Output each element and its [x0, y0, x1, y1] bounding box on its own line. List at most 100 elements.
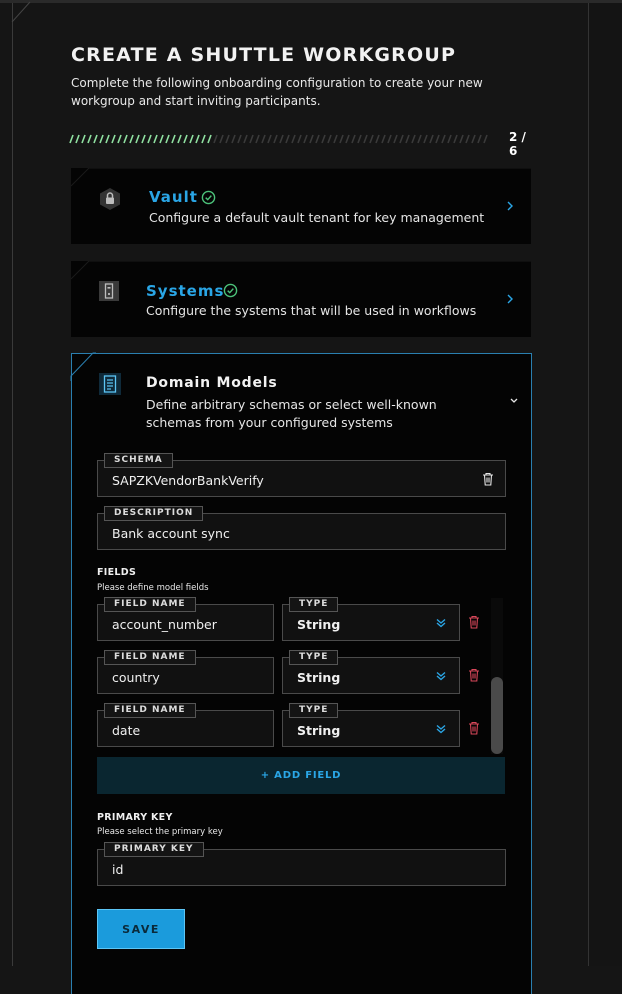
primary-key-input[interactable]: id	[112, 862, 123, 877]
step-description: Configure the systems that will be used …	[146, 303, 477, 318]
field-label: TYPE	[289, 650, 339, 665]
progress-tick-empty	[381, 134, 386, 144]
add-field-button[interactable]: + ADD FIELD	[97, 757, 505, 794]
field-label: FIELD NAME	[104, 650, 196, 665]
progress-tick-filled	[147, 134, 152, 144]
progress-tick-filled	[87, 134, 92, 144]
field-label: PRIMARY KEY	[104, 842, 204, 857]
progress-tick-empty	[309, 134, 314, 144]
description-field[interactable]: DESCRIPTION Bank account sync	[97, 506, 506, 550]
fields-scrollbar-thumb[interactable]	[491, 677, 503, 754]
field-label: TYPE	[289, 597, 339, 612]
step-title: Domain Models	[146, 375, 278, 391]
frame-corner	[11, 1, 31, 22]
progress-tick-filled	[177, 134, 182, 144]
progress-tick-empty	[327, 134, 332, 144]
progress-tick-filled	[141, 134, 146, 144]
card-corner	[70, 352, 96, 381]
progress-tick-empty	[357, 134, 362, 144]
field-label: SCHEMA	[104, 453, 173, 468]
description-input[interactable]: Bank account sync	[112, 526, 230, 541]
progress-tick-empty	[321, 134, 326, 144]
chevron-down-icon[interactable]	[509, 397, 519, 405]
field-type-select[interactable]: TYPE String	[282, 703, 460, 747]
progress-count: 2 / 6	[509, 130, 526, 158]
save-button[interactable]: SAVE	[97, 909, 185, 949]
progress-tick-filled	[189, 134, 194, 144]
page-title: CREATE A SHUTTLE WORKGROUP	[71, 44, 457, 66]
field-label: DESCRIPTION	[104, 506, 204, 521]
step-title: Systems	[146, 282, 225, 300]
progress-tick-filled	[153, 134, 158, 144]
field-name-value[interactable]: account_number	[112, 617, 217, 632]
field-type-select[interactable]: TYPE String	[282, 597, 460, 641]
step-title: Vault	[149, 188, 198, 206]
double-chevron-down-icon[interactable]	[435, 670, 447, 682]
schema-input[interactable]: SAPZKVendorBankVerify	[112, 473, 264, 488]
progress-tick-empty	[447, 134, 452, 144]
progress-tick-filled	[135, 134, 140, 144]
field-name-input[interactable]: FIELD NAME date	[97, 703, 274, 747]
field-label: FIELD NAME	[104, 597, 196, 612]
field-name-input[interactable]: FIELD NAME account_number	[97, 597, 274, 641]
progress-tick-empty	[261, 134, 266, 144]
field-label: FIELD NAME	[104, 703, 196, 718]
page-subtitle: Complete the following onboarding config…	[71, 76, 483, 108]
progress-tick-filled	[117, 134, 122, 144]
chevron-right-icon[interactable]	[505, 293, 515, 305]
progress-tick-empty	[435, 134, 440, 144]
progress-tick-empty	[351, 134, 356, 144]
trash-icon[interactable]	[468, 615, 480, 629]
progress-tick-empty	[291, 134, 296, 144]
progress-tick-filled	[201, 134, 206, 144]
field-name-input[interactable]: FIELD NAME country	[97, 650, 274, 694]
double-chevron-down-icon[interactable]	[435, 617, 447, 629]
check-circle-icon	[201, 190, 216, 209]
field-type-select[interactable]: TYPE String	[282, 650, 460, 694]
primary-key-field[interactable]: PRIMARY KEY id	[97, 842, 506, 886]
primary-key-section-hint: Please select the primary key	[97, 827, 223, 837]
progress-tick-empty	[285, 134, 290, 144]
card-frame	[71, 261, 531, 280]
progress-tick-empty	[345, 134, 350, 144]
trash-icon[interactable]	[468, 721, 480, 735]
progress-tick-empty	[225, 134, 230, 144]
progress-tick-empty	[459, 134, 464, 144]
progress-tick-empty	[339, 134, 344, 144]
progress-tick-empty	[387, 134, 392, 144]
progress-tick-empty	[243, 134, 248, 144]
progress-tick-empty	[405, 134, 410, 144]
progress-tick-empty	[273, 134, 278, 144]
server-icon	[97, 279, 121, 303]
progress-tick-empty	[441, 134, 446, 144]
progress-tick-empty	[423, 134, 428, 144]
progress-tick-empty	[417, 134, 422, 144]
progress-tick-filled	[105, 134, 110, 144]
progress-tick-empty	[213, 134, 218, 144]
progress-tick-empty	[303, 134, 308, 144]
progress-tick-filled	[165, 134, 170, 144]
trash-icon[interactable]	[468, 668, 480, 682]
step-card-vault[interactable]: Vault Configure a default vault tenant f…	[71, 168, 531, 244]
progress-tick-filled	[159, 134, 164, 144]
step-description: Configure a default vault tenant for key…	[149, 210, 485, 225]
progress-tick-empty	[231, 134, 236, 144]
progress-tick-empty	[393, 134, 398, 144]
field-type-value: String	[297, 723, 341, 738]
chevron-right-icon[interactable]	[505, 200, 515, 212]
progress-tick-empty	[363, 134, 368, 144]
progress-tick-empty	[279, 134, 284, 144]
progress-tick-empty	[297, 134, 302, 144]
field-name-value[interactable]: country	[112, 670, 160, 685]
field-name-value[interactable]: date	[112, 723, 140, 738]
progress-tick-empty	[375, 134, 380, 144]
step-card-systems[interactable]: Systems Configure the systems that will …	[71, 261, 531, 337]
schema-field[interactable]: SCHEMA SAPZKVendorBankVerify	[97, 453, 506, 497]
progress-tick-filled	[123, 134, 128, 144]
progress-tick-empty	[471, 134, 476, 144]
progress-tick-empty	[369, 134, 374, 144]
double-chevron-down-icon[interactable]	[435, 723, 447, 735]
progress-tick-filled	[195, 134, 200, 144]
trash-icon[interactable]	[482, 472, 494, 486]
progress-tick-filled	[93, 134, 98, 144]
